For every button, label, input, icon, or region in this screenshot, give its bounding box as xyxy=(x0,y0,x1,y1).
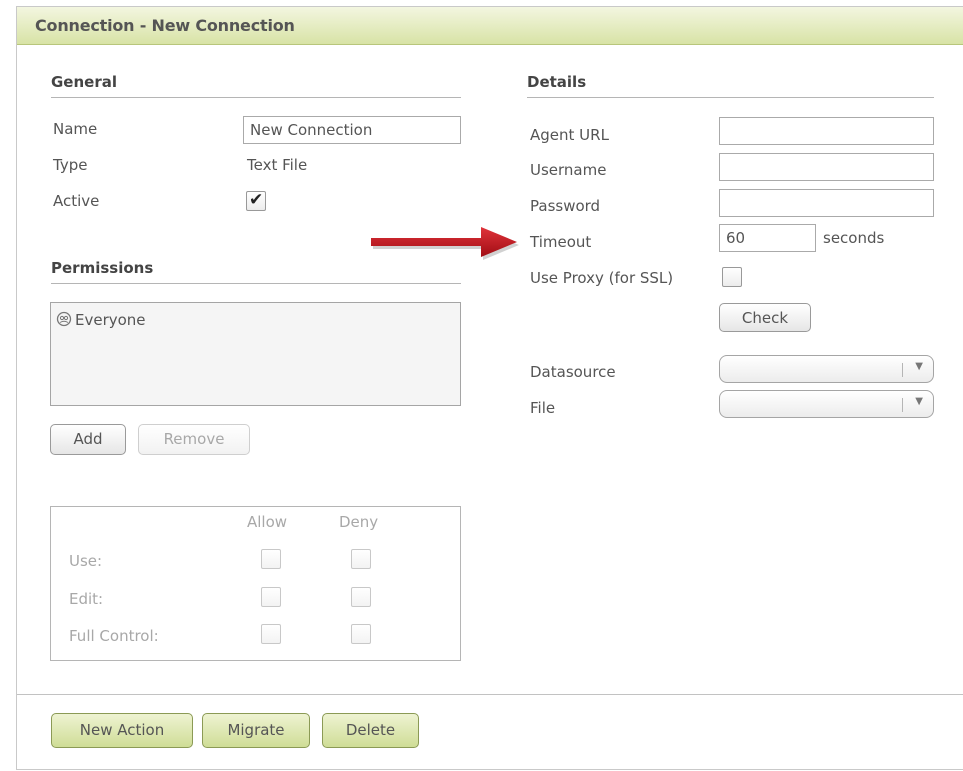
type-value: Text File xyxy=(247,156,308,174)
title-bar: Connection - New Connection xyxy=(17,7,963,45)
remove-button[interactable]: Remove xyxy=(138,424,250,455)
name-label: Name xyxy=(53,120,98,138)
timeout-input[interactable]: 60 xyxy=(719,224,816,252)
use-proxy-checkbox[interactable] xyxy=(722,267,742,287)
password-input[interactable] xyxy=(719,189,934,217)
list-item[interactable]: Everyone xyxy=(56,311,146,331)
permissions-header: Permissions xyxy=(51,259,461,284)
details-header: Details xyxy=(527,73,934,98)
permission-entry-label: Everyone xyxy=(75,311,146,329)
general-header-text: General xyxy=(51,73,117,91)
annotation-arrow-icon xyxy=(371,227,519,260)
full-control-deny-checkbox[interactable] xyxy=(351,624,371,644)
active-label: Active xyxy=(53,192,100,210)
use-allow-checkbox[interactable] xyxy=(261,549,281,569)
permission-matrix: Allow Deny Use: Edit: Full Control: xyxy=(50,506,461,661)
permissions-list[interactable]: Everyone xyxy=(50,302,461,406)
password-label: Password xyxy=(530,197,601,215)
edit-deny-checkbox[interactable] xyxy=(351,587,371,607)
datasource-select[interactable]: ▼ xyxy=(719,355,934,383)
permissions-header-text: Permissions xyxy=(51,259,154,277)
type-label: Type xyxy=(53,156,88,174)
group-icon xyxy=(56,311,72,331)
delete-button[interactable]: Delete xyxy=(322,713,419,748)
select-separator xyxy=(902,363,903,377)
select-separator xyxy=(902,398,903,412)
username-label: Username xyxy=(530,161,607,179)
chevron-down-icon: ▼ xyxy=(915,361,923,372)
connection-panel: Connection - New Connection General Name… xyxy=(16,6,963,770)
full-control-row-label: Full Control: xyxy=(69,627,159,645)
add-button[interactable]: Add xyxy=(50,424,126,455)
edit-row-label: Edit: xyxy=(69,590,104,608)
edit-allow-checkbox[interactable] xyxy=(261,587,281,607)
new-action-button[interactable]: New Action xyxy=(51,713,193,748)
active-checkbox[interactable]: ✔ xyxy=(246,190,266,211)
migrate-button[interactable]: Migrate xyxy=(202,713,310,748)
timeout-label: Timeout xyxy=(530,233,592,251)
datasource-label: Datasource xyxy=(530,363,616,381)
file-label: File xyxy=(530,399,556,417)
file-select[interactable]: ▼ xyxy=(719,390,934,418)
agent-url-input[interactable] xyxy=(719,117,934,145)
general-header: General xyxy=(51,73,461,98)
use-deny-checkbox[interactable] xyxy=(351,549,371,569)
full-control-allow-checkbox[interactable] xyxy=(261,624,281,644)
use-proxy-label: Use Proxy (for SSL) xyxy=(530,269,674,287)
use-row-label: Use: xyxy=(69,552,103,570)
chevron-down-icon: ▼ xyxy=(915,396,923,407)
checkmark-icon: ✔ xyxy=(249,190,264,210)
timeout-unit: seconds xyxy=(823,229,885,247)
name-input[interactable]: New Connection xyxy=(243,116,461,144)
username-input[interactable] xyxy=(719,153,934,181)
allow-column-header: Allow xyxy=(247,513,288,531)
footer-divider xyxy=(17,694,963,695)
agent-url-label: Agent URL xyxy=(530,126,609,144)
deny-column-header: Deny xyxy=(339,513,379,531)
window-title: Connection - New Connection xyxy=(35,16,295,35)
check-button[interactable]: Check xyxy=(719,303,811,332)
details-header-text: Details xyxy=(527,73,587,91)
